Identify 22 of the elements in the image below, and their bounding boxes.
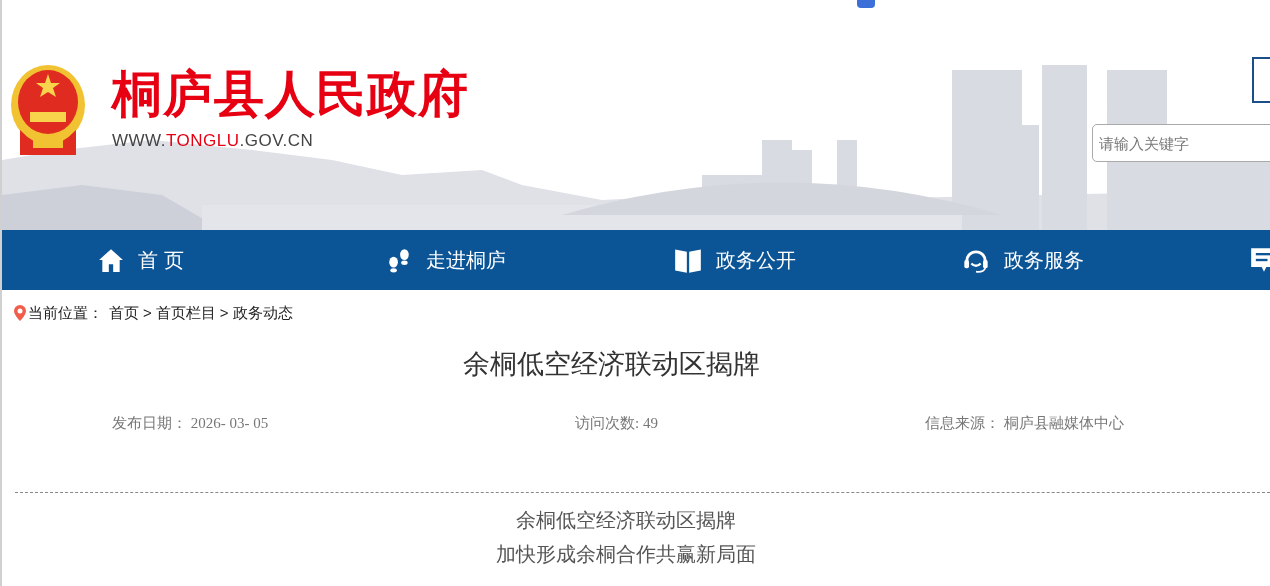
- breadcrumb-link[interactable]: 首页: [109, 301, 139, 325]
- site-url: WWW.TONGLU.GOV.CN: [112, 130, 315, 152]
- breadcrumb-separator: >: [143, 302, 152, 323]
- article-heading: 余桐低空经济联动区揭牌: [516, 507, 736, 533]
- nav-link[interactable]: 政务服务: [962, 245, 1250, 275]
- nav-link[interactable]: 政务公开: [674, 245, 962, 275]
- breadcrumb-label: 当前位置：: [28, 302, 103, 323]
- location-pin-icon: [14, 305, 26, 321]
- footsteps-icon: [386, 247, 412, 273]
- article-meta: 信息来源： 桐庐县融媒体中心: [925, 414, 1124, 433]
- article-title: 余桐低空经济联动区揭牌: [461, 348, 761, 381]
- home-icon: [98, 247, 124, 273]
- article-meta: 访问次数: 49: [575, 414, 659, 433]
- search-field[interactable]: 请输入关键字: [1092, 124, 1270, 162]
- nav-link[interactable]: 走进桐庐: [386, 245, 674, 275]
- article-meta: 发布日期： 2026- 03- 05: [112, 414, 270, 433]
- site-title: 桐庐县人民政府: [112, 65, 469, 124]
- article-heading: 加快形成余桐合作共赢新局面: [496, 541, 756, 567]
- nav-link[interactable]: 首 页: [98, 245, 386, 275]
- breadcrumb-link[interactable]: 首页栏目: [155, 301, 216, 325]
- breadcrumb-link[interactable]: 政务动态: [232, 301, 293, 325]
- breadcrumb-separator: >: [219, 302, 229, 323]
